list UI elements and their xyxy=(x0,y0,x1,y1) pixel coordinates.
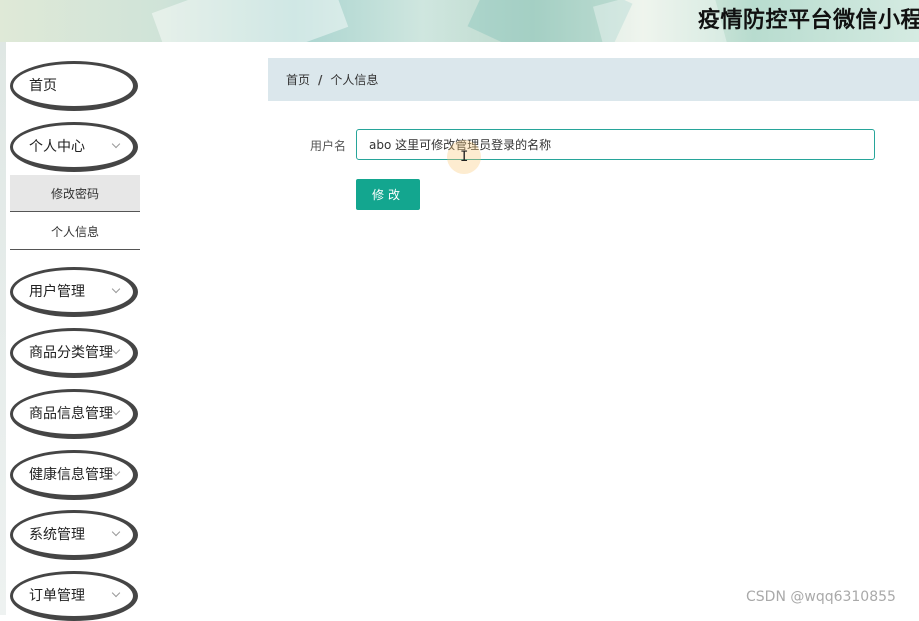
sidebar-subitem-change-password[interactable]: 修改密码 xyxy=(10,175,140,212)
chevron-down-icon xyxy=(111,527,121,537)
sidebar-item-label: 用户管理 xyxy=(29,284,85,300)
sidebar-item-product-management[interactable]: 商品信息管理 xyxy=(10,389,138,439)
breadcrumb: 首页 / 个人信息 xyxy=(268,58,919,101)
chevron-down-icon xyxy=(111,467,121,477)
sidebar-subitem-personal-info[interactable]: 个人信息 xyxy=(10,213,140,250)
sidebar-item-health-management[interactable]: 健康信息管理 xyxy=(10,450,138,500)
sidebar-item-category-management[interactable]: 商品分类管理 xyxy=(10,328,138,378)
sidebar-subitem-label: 个人信息 xyxy=(50,224,99,239)
username-input[interactable] xyxy=(356,129,875,160)
app-title: 疫情防控平台微信小程 xyxy=(698,8,919,33)
sidebar-item-label: 首页 xyxy=(29,78,57,94)
chevron-down-icon xyxy=(111,406,121,416)
sidebar-item-label: 系统管理 xyxy=(29,527,85,543)
text-cursor-icon: I xyxy=(460,149,469,165)
chevron-down-icon xyxy=(111,588,121,598)
breadcrumb-separator: / xyxy=(318,72,323,87)
sidebar-item-personal-center[interactable]: 个人中心 xyxy=(10,122,138,172)
sidebar-item-label: 个人中心 xyxy=(29,139,85,155)
sidebar-item-label: 商品信息管理 xyxy=(29,406,113,422)
banner-decoration xyxy=(151,0,349,42)
submit-button[interactable]: 修改 xyxy=(356,179,420,210)
sidebar-subitem-label: 修改密码 xyxy=(50,186,99,201)
sidebar-item-label: 健康信息管理 xyxy=(29,467,113,483)
sidebar-item-user-management[interactable]: 用户管理 xyxy=(10,267,138,317)
sidebar-item-label: 商品分类管理 xyxy=(29,345,113,361)
chevron-down-icon xyxy=(111,284,121,294)
sidebar-item-order-management[interactable]: 订单管理 xyxy=(10,571,138,621)
watermark: CSDN @wqq6310855 xyxy=(746,589,896,605)
header-banner: 疫情防控平台微信小程 xyxy=(0,0,919,42)
breadcrumb-home-link[interactable]: 首页 xyxy=(286,71,310,88)
sidebar-item-home[interactable]: 首页 xyxy=(10,61,138,111)
sidebar-item-label: 订单管理 xyxy=(29,588,85,604)
username-label: 用户名 xyxy=(310,139,347,153)
left-decoration xyxy=(0,42,6,615)
chevron-down-icon xyxy=(111,139,121,149)
breadcrumb-current: 个人信息 xyxy=(330,73,379,87)
sidebar-item-system-management[interactable]: 系统管理 xyxy=(10,510,138,560)
chevron-down-icon xyxy=(111,345,121,355)
